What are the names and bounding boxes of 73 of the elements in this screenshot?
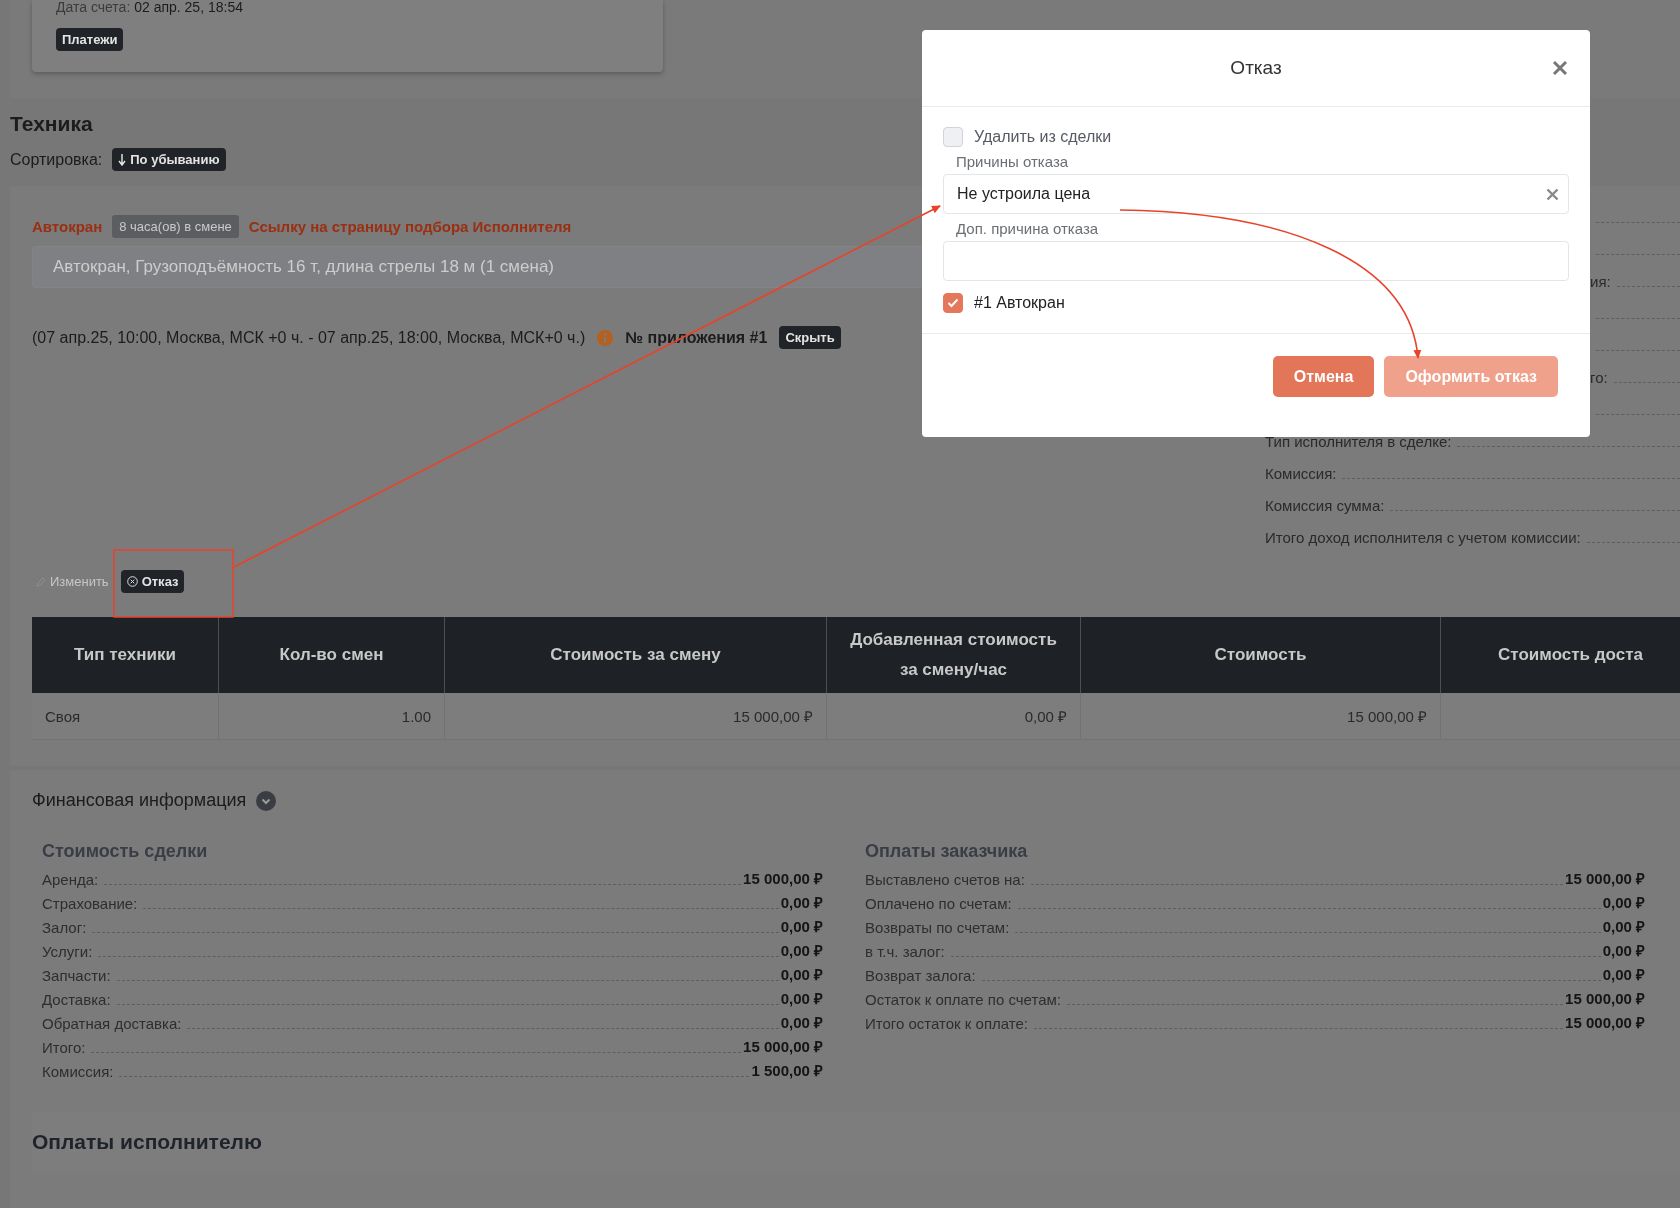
finance-label: Итого: — [42, 1039, 86, 1056]
finance-value: 0,00 ₽ — [1602, 917, 1645, 936]
finance-label: Услуги: — [42, 943, 93, 960]
finance-label: Залог: — [42, 919, 87, 936]
finance-value: 0,00 ₽ — [780, 1013, 823, 1032]
finance-value: 15 000,00 ₽ — [743, 1037, 823, 1056]
finance-value: 0,00 ₽ — [780, 917, 823, 936]
finance-label: Комиссия: — [42, 1063, 114, 1080]
checkbox-label: #1 Автокран — [974, 294, 1065, 312]
finance-label: Остаток к оплате по счетам: — [865, 991, 1061, 1008]
rental-period: (07 апр.25, 10:00, Москва, МСК +0 ч. - 07 апр.25, 18:00, Москва, МСК+0 ч.) — [32, 328, 586, 347]
table-cell-text: 15 000,00 ₽ — [1347, 707, 1427, 726]
finance-label: Страхование: — [42, 895, 138, 912]
finance-label: Возврат залога: — [865, 967, 976, 984]
invoice-date: Дата счета: 02 апр. 25, 18:54 — [56, 0, 244, 14]
detail-label: Тип исполнителя в сделке: — [1265, 433, 1452, 450]
finance-label: Возвраты по счетам: — [865, 919, 1010, 936]
finance-value: 1 500,00 ₽ — [751, 1061, 823, 1080]
finance-label: Запчасти: — [42, 967, 111, 984]
executor-payments-title: Оплаты исполнителю — [32, 1130, 262, 1154]
payments-button[interactable]: Платежи — [56, 28, 124, 51]
sort-label: Сортировка: — [10, 150, 103, 169]
hide-button[interactable]: Скрыть — [779, 326, 841, 349]
section-title: Техника — [10, 112, 94, 136]
reject-button[interactable]: Отказ — [120, 570, 185, 593]
close-circle-icon — [126, 576, 138, 587]
finance-title: Финансовая информация — [32, 790, 247, 811]
finance-value: 0,00 ₽ — [1602, 965, 1645, 984]
checkmark-icon — [947, 298, 959, 308]
checkbox-label: Удалить из сделки — [974, 128, 1112, 146]
detail-label: ия: — [1590, 273, 1611, 290]
finance-value: 15 000,00 ₽ — [1565, 869, 1645, 888]
finance-value: 15 000,00 ₽ — [1565, 1013, 1645, 1032]
extra-reason-field[interactable] — [943, 241, 1569, 281]
table-cell-text: 15 000,00 ₽ — [733, 707, 813, 726]
sort-descending-icon — [118, 153, 127, 166]
detail-label: го: — [1590, 369, 1608, 386]
checkbox[interactable] — [943, 127, 963, 147]
reason-select[interactable]: Не устроила цена — [943, 174, 1569, 214]
finance-value: 0,00 ₽ — [780, 989, 823, 1008]
subsection-title: Оплаты заказчика — [865, 841, 1029, 862]
table-cell: Своя — [45, 707, 81, 725]
clear-icon[interactable] — [1546, 187, 1559, 201]
sort-button[interactable]: По убыванию — [112, 148, 226, 171]
close-icon[interactable] — [1552, 60, 1568, 76]
finance-value: 0,00 ₽ — [1602, 893, 1645, 912]
finance-label: Аренда: — [42, 871, 99, 888]
field-label: Доп. причина отказа — [956, 220, 1100, 237]
finance-value: 0,00 ₽ — [780, 941, 823, 960]
table-cell: 1.00 — [401, 707, 431, 725]
finance-value: 0,00 ₽ — [780, 893, 823, 912]
detail-label: Итого доход исполнителя с учетом комиссии: — [1265, 529, 1581, 546]
finance-label: Оплачено по счетам: — [865, 895, 1012, 912]
field-label: Причины отказа — [956, 153, 1070, 170]
table-cell-text: 0,00 ₽ — [1024, 707, 1067, 726]
finance-value: 15 000,00 ₽ — [743, 869, 823, 888]
finance-label: Итого остаток к оплате: — [865, 1015, 1028, 1032]
finance-value: 15 000,00 ₽ — [1565, 989, 1645, 1008]
checkbox[interactable] — [943, 293, 963, 313]
subsection-title: Стоимость сделки — [42, 841, 209, 862]
finance-label: Выставлено счетов на: — [865, 871, 1025, 888]
info-icon — [597, 329, 614, 346]
finance-value: 0,00 ₽ — [780, 965, 823, 984]
finance-label: в т.ч. залог: — [865, 943, 945, 960]
modal-title: Отказ — [1230, 57, 1282, 79]
shift-badge: 8 часа(ов) в смене — [112, 215, 239, 238]
finance-label: Доставка: — [42, 991, 111, 1008]
detail-label: Комиссия сумма: — [1265, 497, 1385, 514]
equipment-name: Автокран — [32, 218, 103, 235]
detail-label: Комиссия: — [1265, 465, 1337, 482]
finance-value: 0,00 ₽ — [1602, 941, 1645, 960]
finance-label: Обратная доставка: — [42, 1015, 182, 1032]
chevron-down-icon[interactable] — [256, 790, 277, 811]
